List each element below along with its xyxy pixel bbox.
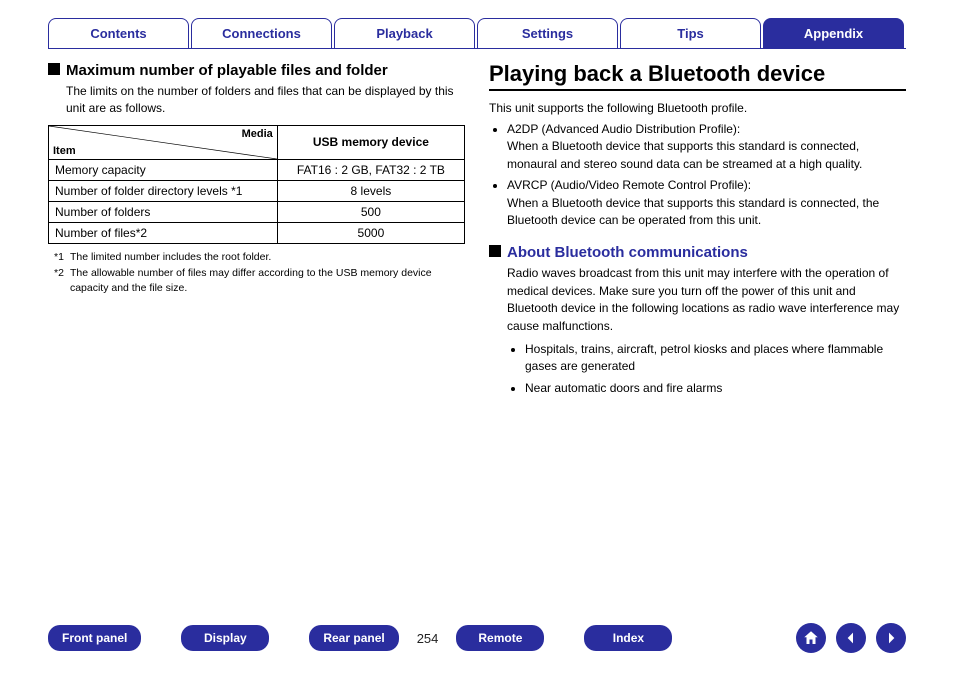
table-value-cell: 8 levels	[277, 180, 464, 201]
tab-settings[interactable]: Settings	[477, 18, 618, 48]
bottom-bar: Front panel Display Rear panel 254 Remote I…	[48, 623, 906, 653]
right-column: Playing back a Bluetooth device This uni…	[489, 61, 906, 401]
square-bullet-icon	[489, 245, 501, 257]
table-item-cell: Memory capacity	[49, 159, 278, 180]
rear-panel-button[interactable]: Rear panel	[309, 625, 398, 651]
table-item-cell: Number of folders	[49, 201, 278, 222]
index-button[interactable]: Index	[584, 625, 672, 651]
tab-appendix[interactable]: Appendix	[763, 18, 904, 48]
sub-bullet-item: Near automatic doors and fire alarms	[525, 380, 906, 397]
left-heading: Maximum number of playable files and fol…	[66, 62, 388, 79]
home-icon[interactable]	[796, 623, 826, 653]
left-intro: The limits on the number of folders and …	[66, 83, 465, 117]
tab-contents[interactable]: Contents	[48, 18, 189, 48]
front-panel-button[interactable]: Front panel	[48, 625, 141, 651]
page-number: 254	[399, 631, 457, 646]
right-intro: This unit supports the following Bluetoo…	[489, 101, 906, 115]
sub-bullet-item: Hospitals, trains, aircraft, petrol kios…	[525, 341, 906, 376]
top-tabs: ContentsConnectionsPlaybackSettingsTipsA…	[0, 0, 954, 48]
footnotes: *1The limited number includes the root f…	[54, 250, 465, 296]
table-row: Number of files*25000	[49, 222, 465, 243]
remote-button[interactable]: Remote	[456, 625, 544, 651]
tab-tips[interactable]: Tips	[620, 18, 761, 48]
footnote: *2The allowable number of files may diff…	[54, 266, 465, 295]
table-item-cell: Number of folder directory levels *1	[49, 180, 278, 201]
prev-icon[interactable]	[836, 623, 866, 653]
table-value-cell: 500	[277, 201, 464, 222]
tab-connections[interactable]: Connections	[191, 18, 332, 48]
table-item-cell: Number of files*2	[49, 222, 278, 243]
spec-table: Item Media USB memory device Memory capa…	[48, 125, 465, 244]
profile-item: A2DP (Advanced Audio Distribution Profil…	[507, 121, 906, 173]
table-row: Memory capacityFAT16 : 2 GB, FAT32 : 2 T…	[49, 159, 465, 180]
left-column: Maximum number of playable files and fol…	[48, 61, 465, 401]
right-title: Playing back a Bluetooth device	[489, 61, 906, 91]
display-button[interactable]: Display	[181, 625, 269, 651]
sub-body: Radio waves broadcast from this unit may…	[507, 265, 906, 335]
table-value-cell: 5000	[277, 222, 464, 243]
diag-media-label: Media	[242, 128, 273, 140]
profiles-list: A2DP (Advanced Audio Distribution Profil…	[489, 121, 906, 229]
table-value-cell: FAT16 : 2 GB, FAT32 : 2 TB	[277, 159, 464, 180]
diag-item-label: Item	[53, 145, 76, 157]
table-col-header: USB memory device	[277, 125, 464, 159]
tab-playback[interactable]: Playback	[334, 18, 475, 48]
table-row: Number of folders500	[49, 201, 465, 222]
sub-heading: About Bluetooth communications	[507, 244, 748, 261]
footnote: *1The limited number includes the root f…	[54, 250, 465, 265]
table-diag-header: Item Media	[49, 125, 278, 159]
table-row: Number of folder directory levels *18 le…	[49, 180, 465, 201]
sub-bullets: Hospitals, trains, aircraft, petrol kios…	[507, 341, 906, 397]
next-icon[interactable]	[876, 623, 906, 653]
square-bullet-icon	[48, 63, 60, 75]
profile-item: AVRCP (Audio/Video Remote Control Profil…	[507, 177, 906, 229]
